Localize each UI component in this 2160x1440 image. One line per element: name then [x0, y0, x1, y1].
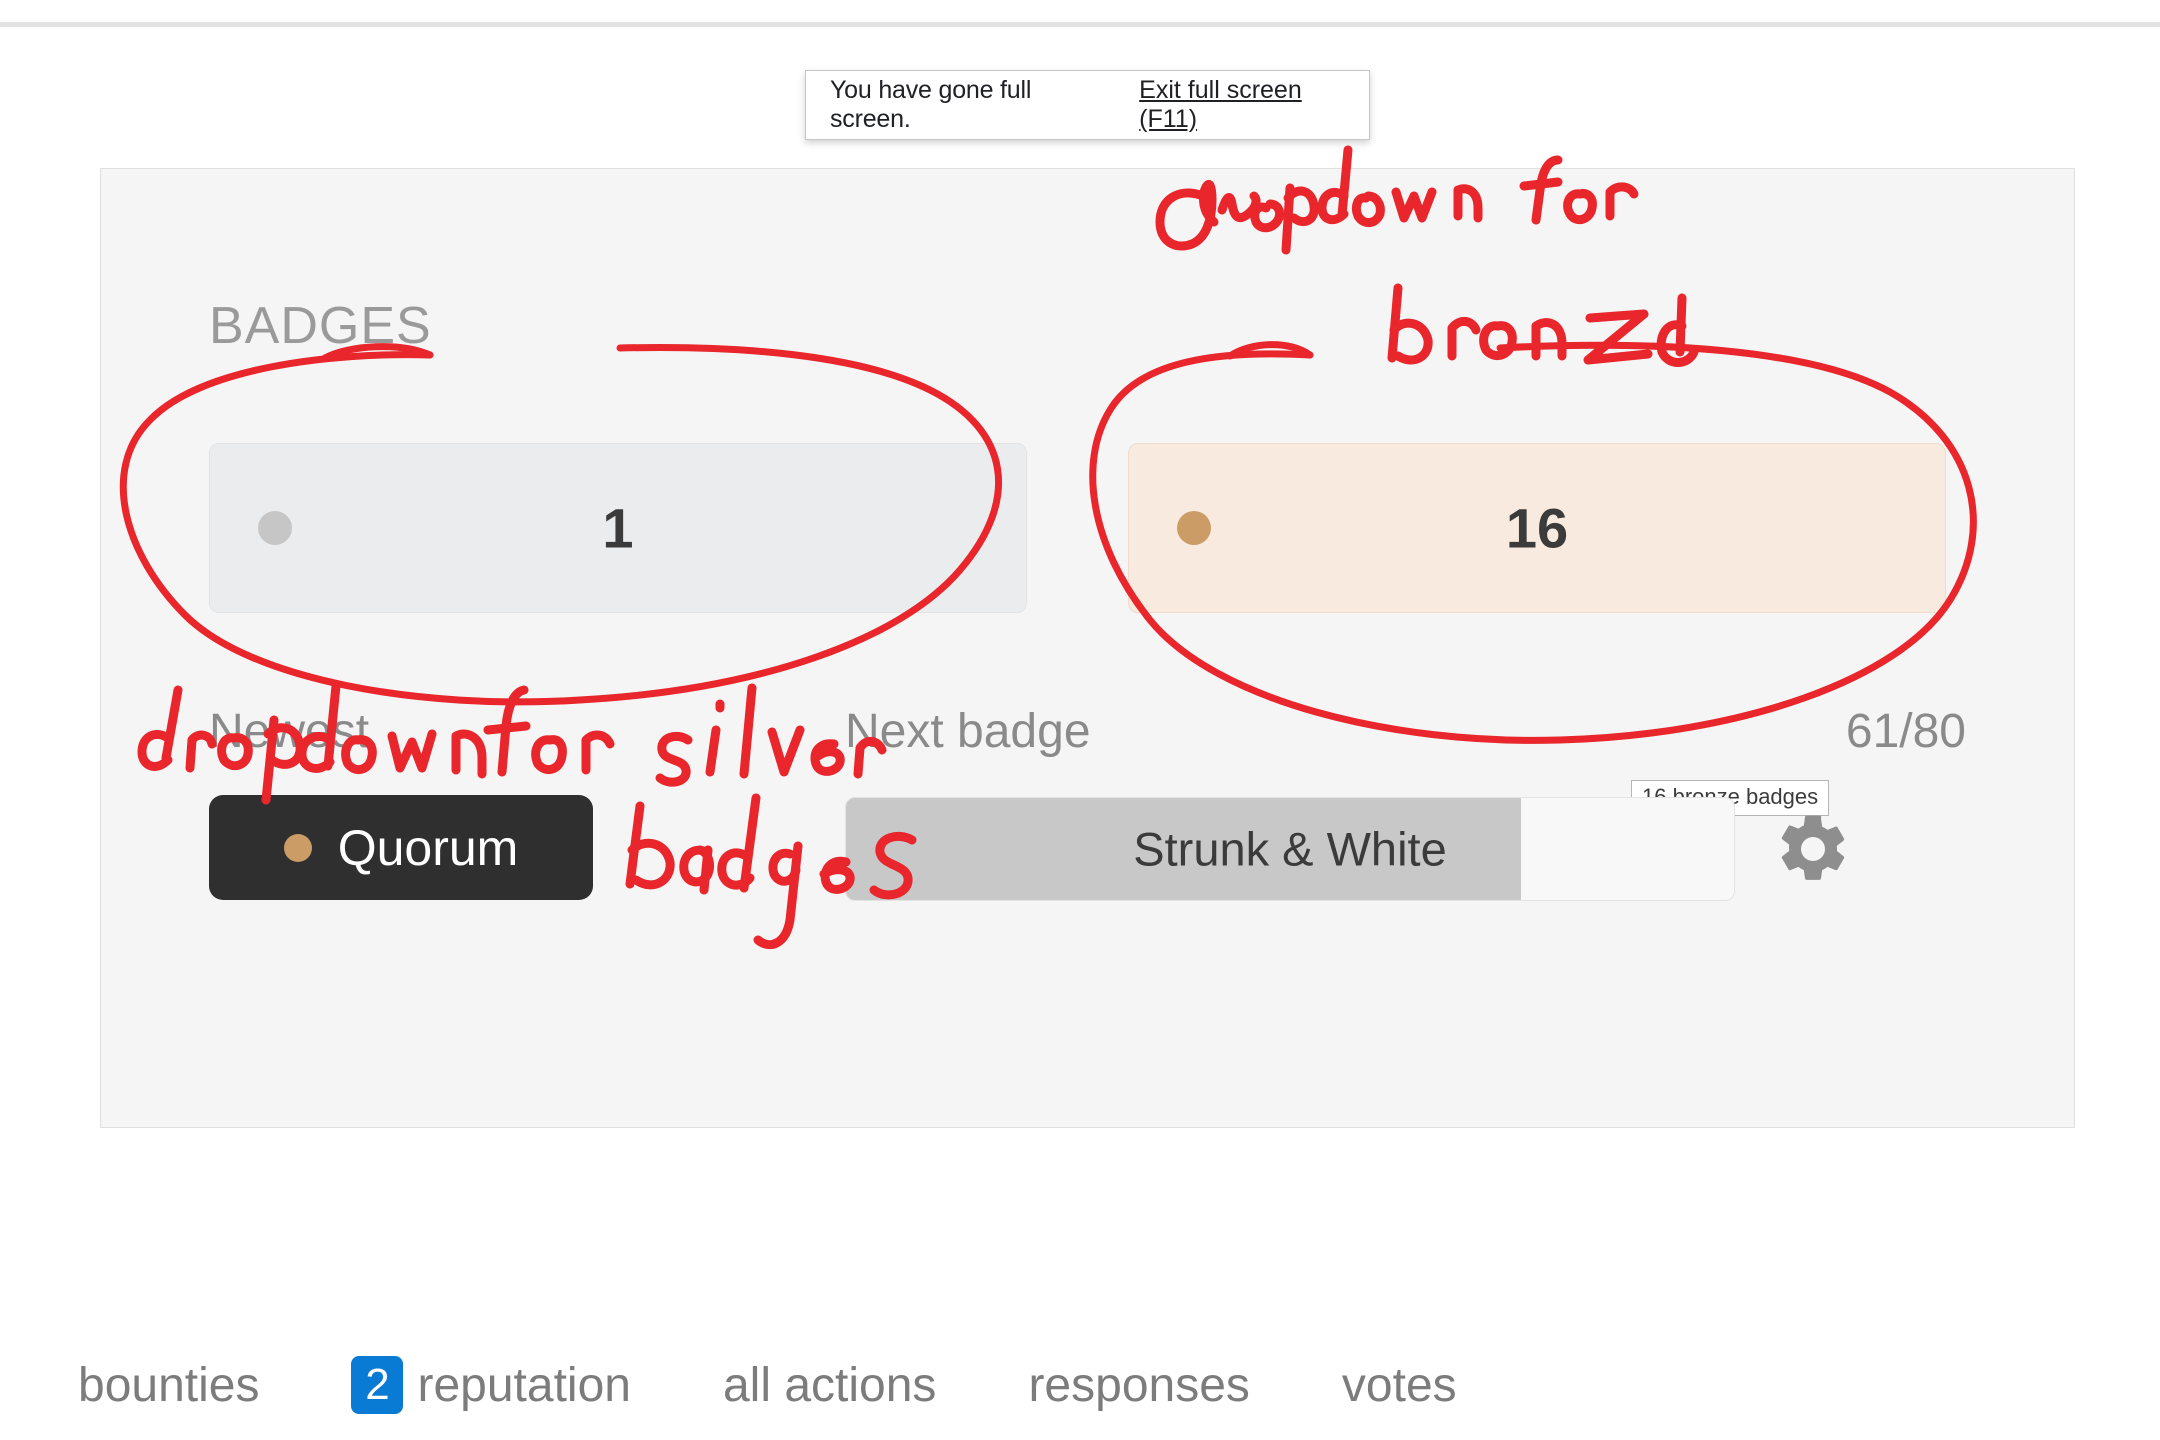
next-badge-name: Strunk & White — [1133, 822, 1447, 876]
next-badge-progress-bar[interactable]: Strunk & White — [845, 797, 1735, 901]
profile-activity-nav: bounties 2 reputation all actions respon… — [0, 1330, 2160, 1440]
nav-item-bounties[interactable]: bounties — [78, 1358, 259, 1413]
nav-item-all-actions[interactable]: all actions — [723, 1358, 936, 1413]
fullscreen-notification: You have gone full screen. Exit full scr… — [805, 70, 1370, 140]
nav-item-responses-label: responses — [1028, 1358, 1250, 1412]
silver-badge-count: 1 — [602, 496, 634, 560]
newest-badge-label: Newest — [209, 705, 370, 758]
next-badge-progress-count: 61/80 — [1845, 705, 1966, 758]
bronze-badge-count: 16 — [1505, 496, 1569, 560]
quorum-badge-label: Quorum — [337, 819, 519, 876]
top-divider — [0, 22, 2160, 27]
exit-fullscreen-link[interactable]: Exit full screen (F11) — [1139, 76, 1345, 134]
nav-item-reputation-label: reputation — [417, 1358, 631, 1412]
nav-item-reputation-count: 2 — [351, 1356, 404, 1414]
bronze-badges-dropdown[interactable]: 16 — [1128, 443, 1946, 613]
newest-badge-quorum[interactable]: Quorum — [209, 795, 593, 900]
badges-section-title: BADGES — [209, 297, 432, 355]
badges-card: BADGES 1 16 16 bronze badges Newest Next… — [100, 168, 2075, 1128]
fullscreen-notification-text: You have gone full screen. — [830, 76, 1032, 133]
nav-item-all-actions-label: all actions — [722, 1358, 937, 1412]
nav-item-votes[interactable]: votes — [1342, 1358, 1457, 1413]
quorum-badge-dot — [283, 833, 312, 862]
nav-item-responses[interactable]: responses — [1028, 1358, 1249, 1413]
gear-icon[interactable] — [1773, 809, 1853, 889]
nav-item-reputation[interactable]: 2 reputation — [351, 1356, 631, 1414]
next-badge-label: Next badge — [845, 705, 1091, 758]
nav-item-votes-label: votes — [1341, 1358, 1457, 1412]
nav-item-bounties-label: bounties — [78, 1358, 260, 1412]
silver-badges-dropdown[interactable]: 1 — [209, 443, 1027, 613]
